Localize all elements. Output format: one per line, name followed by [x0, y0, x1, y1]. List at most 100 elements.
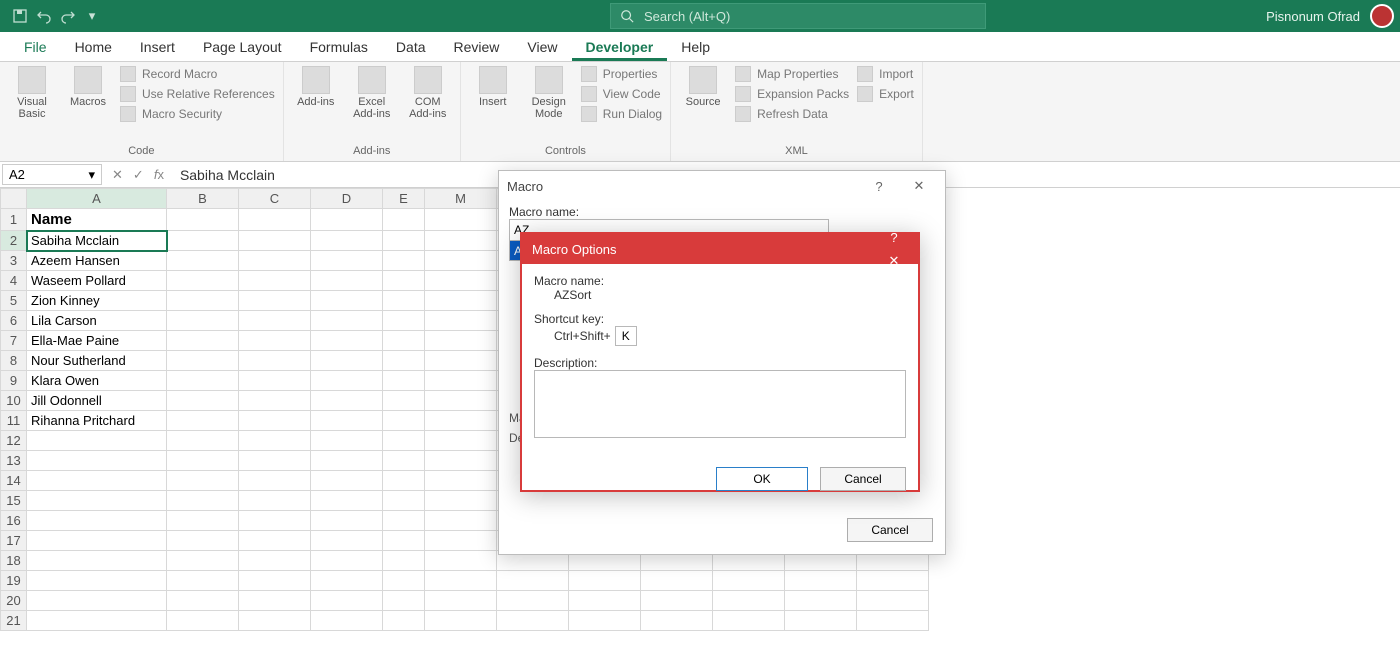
cell[interactable]	[383, 291, 425, 311]
row-header[interactable]: 5	[1, 291, 27, 311]
cell[interactable]	[167, 391, 239, 411]
cell[interactable]	[239, 551, 311, 571]
cell[interactable]	[383, 209, 425, 231]
cell[interactable]: Azeem Hansen	[27, 251, 167, 271]
cell[interactable]	[425, 371, 497, 391]
cell[interactable]	[713, 591, 785, 611]
cell[interactable]	[311, 291, 383, 311]
cell[interactable]	[311, 551, 383, 571]
row-header[interactable]: 2	[1, 231, 27, 251]
cell[interactable]	[425, 471, 497, 491]
cell[interactable]	[311, 311, 383, 331]
tab-help[interactable]: Help	[667, 32, 724, 61]
visual-basic-button[interactable]: Visual Basic	[8, 66, 56, 120]
cell[interactable]	[27, 551, 167, 571]
cell[interactable]	[27, 611, 167, 631]
cell[interactable]	[239, 511, 311, 531]
cell[interactable]	[239, 351, 311, 371]
cell[interactable]	[425, 251, 497, 271]
tab-data[interactable]: Data	[382, 32, 440, 61]
addins-button[interactable]: Add-ins	[292, 66, 340, 108]
cell[interactable]	[383, 571, 425, 591]
cell[interactable]	[569, 611, 641, 631]
cell[interactable]	[239, 311, 311, 331]
insert-control-button[interactable]: Insert	[469, 66, 517, 108]
cell[interactable]	[239, 291, 311, 311]
cell[interactable]	[167, 611, 239, 631]
undo-icon[interactable]	[34, 6, 54, 26]
cell[interactable]	[425, 391, 497, 411]
cell[interactable]	[383, 471, 425, 491]
macros-button[interactable]: Macros	[64, 66, 112, 108]
tab-page-layout[interactable]: Page Layout	[189, 32, 296, 61]
cell[interactable]	[167, 271, 239, 291]
cell[interactable]	[425, 291, 497, 311]
cell[interactable]	[239, 371, 311, 391]
cell[interactable]: Ella-Mae Paine	[27, 331, 167, 351]
tab-developer[interactable]: Developer	[572, 32, 668, 61]
avatar[interactable]	[1370, 4, 1394, 28]
description-textarea[interactable]	[534, 370, 906, 438]
cell[interactable]	[569, 571, 641, 591]
cell[interactable]	[239, 591, 311, 611]
cell[interactable]	[425, 411, 497, 431]
cell[interactable]	[383, 451, 425, 471]
cell[interactable]	[239, 251, 311, 271]
macro-dialog-help-button[interactable]: ?	[861, 174, 897, 198]
cell[interactable]	[311, 491, 383, 511]
row-header[interactable]: 17	[1, 531, 27, 551]
cell[interactable]	[311, 451, 383, 471]
cancel-formula-icon[interactable]: ✕	[112, 167, 123, 183]
cell[interactable]	[383, 491, 425, 511]
cell[interactable]	[425, 611, 497, 631]
import-button[interactable]: Import	[857, 66, 914, 82]
enter-formula-icon[interactable]: ✓	[133, 167, 144, 183]
cell[interactable]	[785, 591, 857, 611]
cell[interactable]	[425, 351, 497, 371]
cell[interactable]	[713, 611, 785, 631]
customize-qat-icon[interactable]: ▾	[82, 6, 102, 26]
cell[interactable]	[167, 511, 239, 531]
cell[interactable]	[425, 571, 497, 591]
cell[interactable]	[857, 591, 929, 611]
cell[interactable]	[383, 251, 425, 271]
cell[interactable]	[27, 431, 167, 451]
fx-icon[interactable]: fx	[154, 167, 164, 182]
cell[interactable]	[311, 231, 383, 251]
macro-options-titlebar[interactable]: Macro Options ? ✕	[522, 234, 918, 264]
col-header-C[interactable]: C	[239, 189, 311, 209]
cell[interactable]	[383, 551, 425, 571]
col-header-A[interactable]: A	[27, 189, 167, 209]
cell[interactable]	[167, 591, 239, 611]
cell[interactable]	[425, 531, 497, 551]
cell[interactable]	[311, 371, 383, 391]
cell[interactable]: Lila Carson	[27, 311, 167, 331]
cell[interactable]	[425, 311, 497, 331]
row-header[interactable]: 15	[1, 491, 27, 511]
tab-view[interactable]: View	[513, 32, 571, 61]
user-name[interactable]: Pisnonum Ofrad	[1266, 9, 1360, 24]
cell[interactable]	[239, 431, 311, 451]
cell[interactable]	[857, 571, 929, 591]
macro-options-help-button[interactable]: ?	[876, 225, 912, 249]
cell[interactable]: Zion Kinney	[27, 291, 167, 311]
cell[interactable]	[383, 531, 425, 551]
cell[interactable]	[425, 451, 497, 471]
cell[interactable]	[27, 451, 167, 471]
cell[interactable]: Nour Sutherland	[27, 351, 167, 371]
cell[interactable]	[425, 209, 497, 231]
macro-dialog-titlebar[interactable]: Macro ? ✕	[499, 171, 945, 201]
row-header[interactable]: 13	[1, 451, 27, 471]
cell[interactable]	[239, 531, 311, 551]
row-header[interactable]: 19	[1, 571, 27, 591]
cell[interactable]	[383, 351, 425, 371]
search-box[interactable]: Search (Alt+Q)	[610, 3, 986, 29]
cell[interactable]	[27, 531, 167, 551]
cell[interactable]: Sabiha Mcclain	[27, 231, 167, 251]
cell[interactable]	[167, 411, 239, 431]
row-header[interactable]: 7	[1, 331, 27, 351]
cell[interactable]	[383, 511, 425, 531]
cell[interactable]	[311, 511, 383, 531]
cell[interactable]	[311, 351, 383, 371]
cell[interactable]	[383, 611, 425, 631]
